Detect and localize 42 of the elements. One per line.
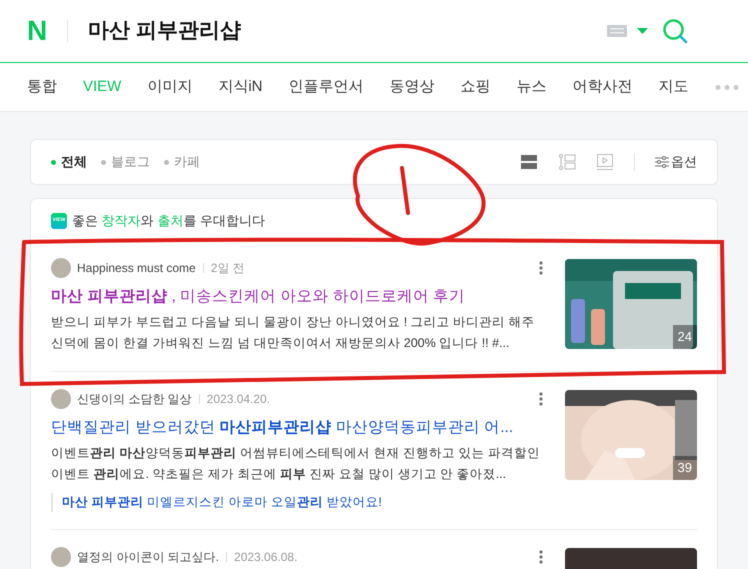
search-tab[interactable]: 통합 (27, 76, 57, 98)
post-date: 2023.06.08. (234, 548, 298, 566)
search-tab[interactable]: 어학사전 (572, 76, 633, 98)
search-tab[interactable]: 인플루언서 (288, 76, 364, 98)
filter-tab[interactable]: 블로그 (101, 152, 150, 172)
related-post-link[interactable]: 마산 피부관리 미엘르지스킨 아로마 오일관리 받았어요! (51, 493, 543, 512)
search-tab[interactable]: 지도 (658, 76, 689, 98)
avatar[interactable] (51, 388, 71, 409)
search-icon[interactable] (662, 18, 688, 44)
search-tab[interactable]: 지식iN (218, 76, 263, 98)
timeline-view-icon[interactable] (558, 153, 576, 171)
author-name[interactable]: Happiness must come (77, 258, 196, 276)
dropdown-caret-icon[interactable] (637, 28, 648, 34)
options-button[interactable]: 옵션 (655, 152, 697, 172)
avatar[interactable] (51, 546, 71, 567)
photo-count: 24 (672, 325, 697, 348)
keyboard-icon[interactable] (607, 25, 627, 37)
search-query[interactable]: 마산 피부관리샵 (88, 15, 607, 47)
search-tab[interactable]: 쇼핑 (460, 76, 491, 98)
filter-tab[interactable]: 전체 (51, 152, 87, 172)
avatar[interactable] (51, 258, 71, 278)
more-tabs-icon[interactable] (714, 84, 739, 90)
filter-tab[interactable]: 카페 (164, 152, 200, 172)
more-icon[interactable] (539, 550, 543, 564)
more-icon[interactable] (539, 260, 543, 274)
author-name[interactable]: 열정의 아이콘이 되고싶다. (77, 548, 220, 566)
photo-count: 39 (672, 456, 697, 480)
notice-text: 좋은 창작자와 출처를 우대합니다 (72, 212, 265, 230)
post-title-link[interactable]: 마산 피부관리샵 , 미송스킨케어 아오와 하이드로케어 후기 (51, 284, 543, 308)
post-snippet: 이벤트관리 마산양덕동피부관리 어썸뷰티에스테틱에서 현재 진행하고 있는 파격할인이벤트 관리에요. 약초필은 제가 최근에 피부 진짜 요철 많이 생기고 안 좋아졌... (51, 445, 541, 483)
author-name[interactable]: 신댕이의 소담한 일상 (77, 390, 192, 408)
sliders-icon (655, 156, 669, 168)
post-snippet: 받으니 피부가 부드럽고 다음날 되니 물광이 장난 아니였어요 ! 그리고 바디관리 해주신덕에 몸이 한결 가벼워진 느낌 넘 대만족이여서 재방문의사 200% 입니다 !! #... (51, 314, 536, 352)
post-date: 2일 전 (210, 260, 246, 276)
video-view-icon[interactable] (596, 153, 614, 171)
search-tab[interactable]: 동영상 (390, 76, 435, 98)
post-date: 2023.04.20. (206, 390, 272, 408)
more-icon[interactable] (539, 392, 543, 406)
list-view-icon[interactable] (520, 153, 538, 171)
search-tab[interactable]: 이미지 (147, 76, 192, 98)
post-title-link[interactable]: 단백질관리 받으러갔던 마산피부관리샵 마산양덕동피부관리 어... (51, 416, 543, 439)
search-tab[interactable]: 뉴스 (516, 76, 547, 98)
